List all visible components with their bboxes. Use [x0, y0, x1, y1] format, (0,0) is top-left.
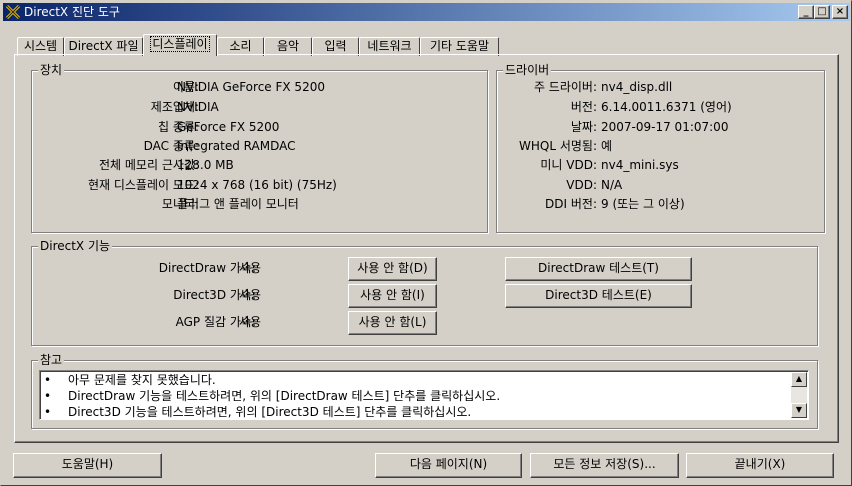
main-driver-label: 주 드라이버: — [533, 80, 597, 94]
directx-icon — [6, 5, 20, 19]
close-button[interactable]: × — [832, 5, 848, 19]
save-all-info-button[interactable]: 모든 정보 저장(S)... — [530, 453, 679, 478]
date-value: 2007-09-17 01:07:00 — [601, 120, 729, 134]
next-page-button[interactable]: 다음 페이지(N) — [375, 453, 522, 478]
whql-value: 예 — [601, 139, 613, 153]
version-value: 6.14.0011.6371 (영어) — [601, 100, 732, 114]
disable-agp-button[interactable]: 사용 안 함(L) — [348, 311, 437, 335]
mini-vdd-value: nv4_mini.sys — [601, 158, 679, 172]
agp-accel-value: 사용 — [239, 315, 262, 329]
version-label: 버전: — [570, 100, 597, 114]
maximize-button[interactable]: □ — [814, 5, 830, 19]
total-memory-value: 128.0 MB — [177, 158, 234, 172]
monitor-value: 플러그 앤 플레이 모니터 — [177, 197, 299, 211]
device-name-value: NVIDIA GeForce FX 5200 — [177, 80, 325, 94]
directdraw-accel-value: 사용 — [239, 261, 262, 275]
chip-type-value: GeForce FX 5200 — [177, 120, 280, 134]
main-driver-value: nv4_disp.dll — [601, 80, 673, 94]
minimize-button[interactable]: _ — [798, 5, 814, 19]
scroll-down-button[interactable]: ▼ — [791, 403, 807, 418]
dac-type-value: Integrated RAMDAC — [177, 139, 296, 153]
mini-vdd-label: 미니 VDD: — [540, 158, 597, 172]
window-title: DirectX 진단 도구 — [24, 5, 120, 19]
notes-list[interactable]: • 아무 문제를 찾지 못했습니다. • DirectDraw 기능을 테스트하… — [39, 370, 809, 420]
disable-direct3d-button[interactable]: 사용 안 함(I) — [348, 284, 437, 308]
display-mode-value: 1024 x 768 (16 bit) (75Hz) — [177, 178, 337, 192]
vdd-value: N/A — [601, 178, 623, 192]
direct3d-test-button[interactable]: Direct3D 테스트(E) — [505, 284, 692, 308]
whql-label: WHQL 서명됨: — [519, 139, 597, 153]
notes-scrollbar[interactable]: ▲ ▼ — [791, 372, 807, 418]
date-label: 날짜: — [570, 120, 597, 134]
window: DirectX 진단 도구 _ □ × 시스템 DirectX 파일 디스플레이… — [0, 0, 852, 486]
disable-directdraw-button[interactable]: 사용 안 함(D) — [348, 257, 437, 281]
tab-display[interactable]: 디스플레이 — [143, 34, 217, 56]
manufacturer-value: NVIDIA — [177, 100, 219, 114]
vdd-label: VDD: — [566, 178, 597, 192]
ddi-version-value: 9 (또는 그 이상) — [601, 197, 685, 211]
title-bar: DirectX 진단 도구 _ □ × — [3, 3, 850, 21]
ddi-version-label: DDI 버전: — [545, 197, 597, 211]
directdraw-test-button[interactable]: DirectDraw 테스트(T) — [505, 257, 692, 281]
scroll-up-button[interactable]: ▲ — [791, 372, 807, 387]
direct3d-accel-value: 사용 — [239, 288, 262, 302]
notes-title: 참고 — [38, 353, 65, 367]
exit-button[interactable]: 끝내기(X) — [686, 453, 834, 478]
help-button[interactable]: 도움말(H) — [13, 453, 162, 478]
